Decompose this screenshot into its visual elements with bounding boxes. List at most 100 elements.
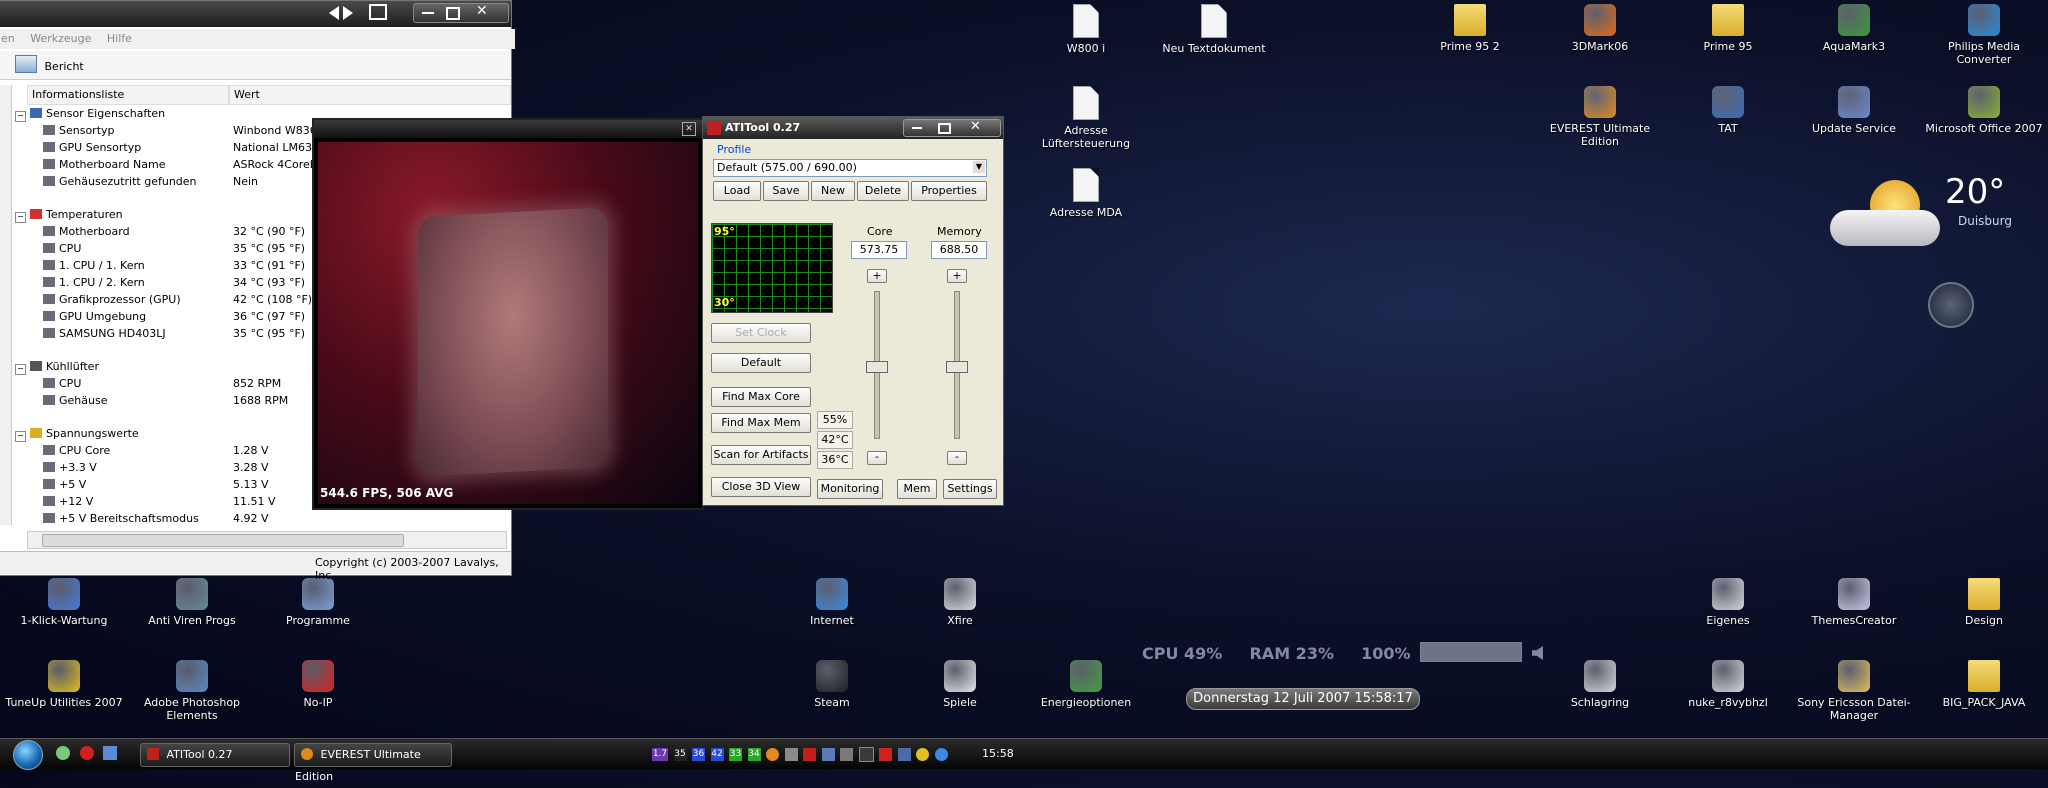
desktop-icon[interactable]: Spiele [900, 660, 1020, 709]
close-icon[interactable]: ✕ [476, 3, 488, 19]
close-icon[interactable]: ✕ [970, 119, 981, 134]
tray-ati-icon[interactable] [803, 748, 816, 761]
sensor-row-name[interactable]: GPU Umgebung [43, 308, 229, 325]
tray-antivirus-icon[interactable] [879, 748, 892, 761]
column-header-value[interactable]: Wert [229, 85, 511, 105]
minimize-icon[interactable] [912, 127, 922, 129]
desktop-icon[interactable]: Update Service [1794, 86, 1914, 135]
desktop-icon[interactable]: ThemesCreator [1794, 578, 1914, 627]
desktop-icon[interactable]: Neu Textdokument [1154, 4, 1274, 55]
sensor-section-header[interactable]: − Temperaturen [15, 206, 123, 223]
horizontal-scroll-thumb[interactable] [42, 534, 404, 547]
profile-select[interactable]: Default (575.00 / 690.00) ▼ [713, 159, 987, 177]
desktop-icon[interactable]: AquaMark3 [1794, 4, 1914, 53]
sensor-row-name[interactable]: CPU Core [43, 442, 229, 459]
memory-plus-button[interactable]: + [947, 269, 967, 283]
tray-value-4[interactable]: 42 [710, 748, 724, 761]
sensor-row-name[interactable]: CPU [43, 240, 229, 257]
desktop-icon[interactable]: 3DMark06 [1540, 4, 1660, 53]
sensor-row-name[interactable]: Grafikprozessor (GPU) [43, 291, 229, 308]
menu-item-hilfe[interactable]: Hilfe [107, 32, 132, 45]
sensor-row-name[interactable]: +5 V [43, 476, 229, 493]
core-plus-button[interactable]: + [867, 269, 887, 283]
desktop-icon[interactable]: Prime 95 [1668, 4, 1788, 53]
tray-shield-icon[interactable] [784, 748, 798, 761]
desktop-icon[interactable]: No-IP [258, 660, 378, 709]
desktop-icon[interactable]: Sony Ericsson Datei-Manager [1794, 660, 1914, 722]
sensor-row-name[interactable]: Gehäusezutritt gefunden [43, 173, 229, 190]
desktop-icon[interactable]: TAT [1668, 86, 1788, 135]
menu-item-ansicht[interactable]: en [1, 32, 15, 45]
task-atitool[interactable]: ATITool 0.27 [140, 743, 290, 767]
close-icon[interactable]: ✕ [682, 122, 696, 136]
collapse-icon[interactable]: − [15, 431, 26, 442]
forward-arrow-icon[interactable] [343, 6, 353, 20]
tray-value-2[interactable]: 35 [673, 748, 687, 761]
delete-button[interactable]: Delete [857, 181, 909, 201]
desktop-icon[interactable]: BIG_PACK_JAVA [1924, 660, 2044, 709]
sensor-row-name[interactable]: 1. CPU / 2. Kern [43, 274, 229, 291]
sensor-section-header[interactable]: − Sensor Eigenschaften [15, 105, 165, 122]
scan-for-artifacts-button[interactable]: Scan for Artifacts [711, 445, 811, 465]
memory-minus-button[interactable]: - [947, 451, 967, 465]
desktop-icon[interactable]: Design [1924, 578, 2044, 627]
tray-network-icon[interactable] [821, 748, 835, 761]
left-scrollbar[interactable] [0, 85, 12, 525]
desktop-icon[interactable]: Adobe Photoshop Elements [132, 660, 252, 722]
desktop-icon[interactable]: Energieoptionen [1026, 660, 1146, 709]
sensor-row-name[interactable]: +5 V Bereitschaftsmodus [43, 510, 229, 527]
minimize-icon[interactable] [422, 12, 434, 14]
tray-value-3[interactable]: 36 [692, 748, 705, 761]
speaker-icon[interactable] [1531, 646, 1543, 660]
desktop-icon[interactable]: Programme [258, 578, 378, 627]
report-button[interactable]: Bericht [15, 55, 84, 75]
save-button[interactable]: Save [763, 181, 809, 201]
desktop-icon[interactable]: Anti Viren Progs [132, 578, 252, 627]
tray-globe-icon[interactable] [934, 748, 948, 761]
volume-bar[interactable] [1420, 642, 1523, 662]
collapse-icon[interactable]: − [15, 364, 26, 375]
desktop-icon[interactable]: Schlagring [1540, 660, 1660, 709]
menu-item-werkzeuge[interactable]: Werkzeuge [30, 32, 91, 45]
desktop-icon[interactable]: Philips Media Converter [1924, 4, 2044, 66]
tray-everest-icon[interactable] [766, 748, 779, 761]
horizontal-scrollbar[interactable] [27, 531, 507, 549]
memory-clock-input[interactable]: 688.50 [931, 241, 987, 259]
properties-button[interactable]: Properties [911, 181, 987, 201]
collapse-icon[interactable]: − [15, 111, 26, 122]
start-button[interactable] [6, 740, 48, 770]
tray-steam-icon[interactable] [858, 747, 874, 762]
set-clock-button[interactable]: Set Clock [711, 323, 811, 343]
sensor-row-name[interactable]: +3.3 V [43, 459, 229, 476]
find-max-core-button[interactable]: Find Max Core [711, 387, 811, 407]
new-button[interactable]: New [811, 181, 855, 201]
core-clock-input[interactable]: 573.75 [851, 241, 907, 259]
desktop-icon[interactable]: Adresse Lüftersteuerung [1026, 86, 1146, 150]
collapse-icon[interactable]: − [15, 212, 26, 223]
desktop-icon[interactable]: Xfire [900, 578, 1020, 627]
maximize-icon[interactable] [938, 123, 951, 134]
desktop-icon[interactable]: Steam [772, 660, 892, 709]
quick-launch-flower-icon[interactable] [56, 746, 70, 760]
desktop-icon[interactable]: Eigenes [1668, 578, 1788, 627]
desktop-icon[interactable]: TuneUp Utilities 2007 [4, 660, 124, 709]
memory-slider-thumb[interactable] [946, 361, 968, 373]
sensor-row-name[interactable]: Motherboard Name [43, 156, 229, 173]
default-button[interactable]: Default [711, 353, 811, 373]
quick-launch-record-icon[interactable] [79, 746, 94, 760]
load-button[interactable]: Load [713, 181, 761, 201]
desktop-icon[interactable]: Internet [772, 578, 892, 627]
sensor-row-name[interactable]: +12 V [43, 493, 229, 510]
sensor-row-name[interactable]: GPU Sensortyp [43, 139, 229, 156]
quick-launch-desktop-icon[interactable] [103, 746, 117, 760]
sensor-row-name[interactable]: CPU [43, 375, 229, 392]
sensor-row-name[interactable]: Sensortyp [43, 122, 229, 139]
maximize-icon[interactable] [446, 7, 460, 20]
core-minus-button[interactable]: - [867, 451, 887, 465]
core-slider-thumb[interactable] [866, 361, 888, 373]
sensor-row-name[interactable]: 1. CPU / 1. Kern [43, 257, 229, 274]
media-button-icon[interactable] [1928, 282, 1974, 328]
taskbar-clock[interactable]: 15:58 [982, 747, 1014, 760]
tray-speaker-icon[interactable] [840, 748, 853, 761]
settings-button[interactable]: Settings [943, 479, 997, 499]
